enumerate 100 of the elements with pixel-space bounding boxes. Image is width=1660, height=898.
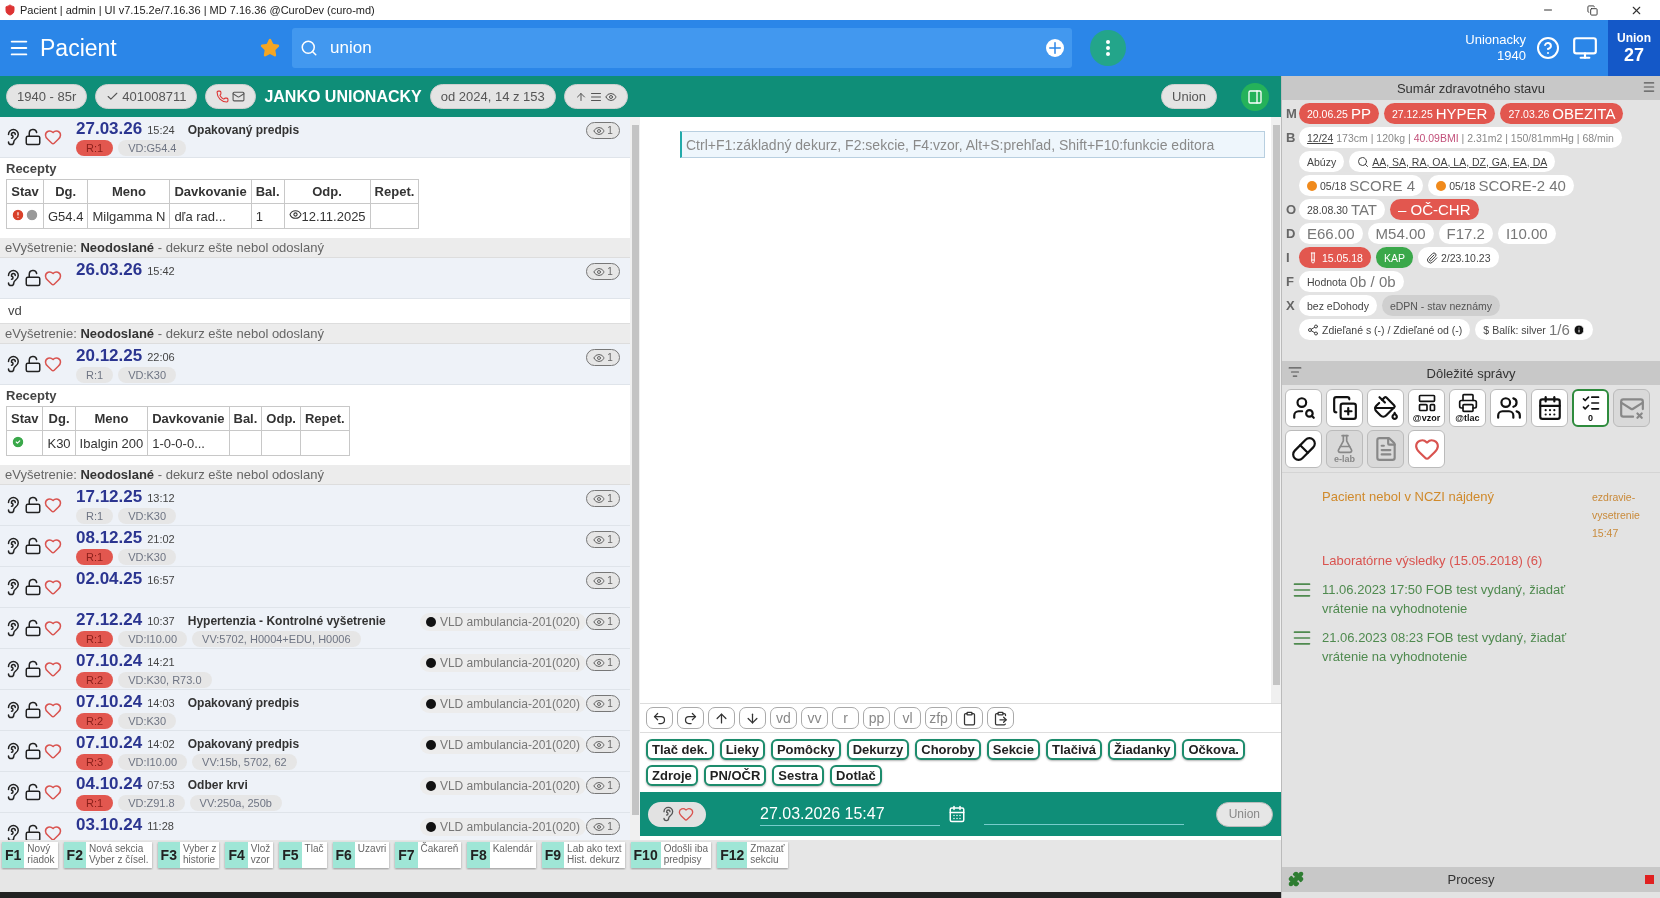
section-button[interactable]: Tlačivá bbox=[1045, 739, 1103, 760]
period-chip[interactable]: od 2024, 14 z 153 bbox=[429, 84, 556, 109]
view-count-button[interactable]: 1 bbox=[586, 695, 620, 712]
visit-row[interactable]: 26.03.26 15:42 1 bbox=[0, 258, 630, 299]
tool-tile[interactable] bbox=[1531, 389, 1568, 427]
summary-chip[interactable]: 15.05.18 bbox=[1299, 247, 1371, 268]
down-button[interactable] bbox=[739, 707, 766, 729]
summary-chip[interactable]: eDPN - stav neznámy bbox=[1381, 295, 1500, 316]
summary-chip[interactable]: 05/18 SCORE 4 bbox=[1299, 175, 1424, 196]
view-count-button[interactable]: 1 bbox=[586, 122, 620, 139]
help-icon[interactable] bbox=[1536, 36, 1560, 60]
list-icon[interactable] bbox=[1292, 628, 1312, 648]
calendar-icon[interactable] bbox=[948, 805, 966, 823]
section-button[interactable]: Dekurzy bbox=[846, 739, 910, 760]
visit-row[interactable]: 02.04.25 16:57 1 bbox=[0, 567, 630, 608]
editor-field[interactable]: Ctrl+F1:základný dekurz, F2:sekcie, F4:vzor, Alt+S:prehľad, Shift+F10:funkcie editora bbox=[680, 131, 1265, 158]
summary-chip[interactable]: M54.00 bbox=[1367, 223, 1434, 244]
function-key[interactable]: F6 Uzavri bbox=[332, 842, 390, 868]
menu-icon[interactable] bbox=[1642, 80, 1656, 94]
visit-row[interactable]: 27.12.24 10:37 Hypertenzia - Kontrolné vyšetrenie R:1 VD:I10.00 VV:5702, H0004+EDU, H0006 VLD ambulancia-201(020) 1 bbox=[0, 608, 630, 649]
view-count-button[interactable]: 1 bbox=[586, 263, 620, 280]
visit-row[interactable]: 17.12.25 13:12 R:1 VD:K30 1 bbox=[0, 485, 630, 526]
summary-chip[interactable]: 05/18 SCORE-2 40 bbox=[1428, 175, 1574, 196]
user-chip[interactable]: Union bbox=[1161, 84, 1217, 109]
scrollbar[interactable] bbox=[1271, 117, 1281, 703]
summary-chip[interactable]: 20.06.25 PP bbox=[1299, 103, 1379, 124]
function-key[interactable]: F8 Kalendár bbox=[467, 842, 536, 868]
summary-chip[interactable]: Zdieľané s (-) / Zdieľané od (-) bbox=[1299, 319, 1471, 340]
visit-row[interactable]: 03.10.24 11:28 VLD ambulancia-201(020) 1 bbox=[0, 813, 630, 840]
section-button[interactable]: PN/OČR bbox=[703, 765, 767, 786]
redo-button[interactable] bbox=[677, 707, 704, 729]
view-count-button[interactable]: 1 bbox=[586, 490, 620, 507]
summary-chip[interactable]: AA, SA, RA, OA, LA, DZ, GA, EA, DA bbox=[1349, 151, 1556, 172]
filter-icon[interactable] bbox=[1288, 365, 1302, 379]
tool-tile[interactable] bbox=[1285, 389, 1322, 427]
view-count-button[interactable]: 1 bbox=[586, 572, 620, 589]
visit-row[interactable]: 20.12.25 22:06 R:1 VD:K30 1 bbox=[0, 344, 630, 385]
user-badge[interactable]: Union 27 bbox=[1608, 20, 1660, 76]
view-count-button[interactable]: 1 bbox=[586, 531, 620, 548]
tool-button[interactable]: vl bbox=[894, 707, 921, 729]
view-count-button[interactable]: 1 bbox=[586, 654, 620, 671]
view-chip[interactable] bbox=[563, 84, 628, 109]
summary-chip[interactable]: F17.2 bbox=[1438, 223, 1493, 244]
visit-row[interactable]: 07.10.24 14:21 R:2 VD:K30, R73.0 VLD ambulancia-201(020) 1 bbox=[0, 649, 630, 690]
section-button[interactable]: Pomôcky bbox=[770, 739, 841, 760]
monitor-icon[interactable] bbox=[1572, 35, 1598, 61]
summary-chip[interactable]: 2/23.10.23 bbox=[1417, 247, 1499, 268]
summary-chip[interactable]: I10.00 bbox=[1497, 223, 1556, 244]
function-key[interactable]: F7 Čakareň bbox=[395, 842, 462, 868]
star-icon[interactable] bbox=[260, 38, 280, 58]
section-button[interactable]: Zdroje bbox=[646, 765, 698, 786]
section-button[interactable]: Očkova. bbox=[1182, 739, 1245, 760]
tool-tile[interactable]: @vzor bbox=[1408, 389, 1445, 427]
contact-chip[interactable] bbox=[205, 84, 257, 109]
section-button[interactable]: Choroby bbox=[915, 739, 981, 760]
more-button[interactable] bbox=[1090, 30, 1126, 66]
summary-chip[interactable]: Abúzy bbox=[1299, 151, 1345, 172]
tool-button[interactable]: zfp bbox=[925, 707, 952, 729]
summary-chip[interactable]: Hodnota 0b / 0b bbox=[1299, 271, 1404, 292]
section-button[interactable]: Tlač dek. bbox=[646, 739, 714, 760]
section-button[interactable]: Sestra bbox=[772, 765, 825, 786]
id-chip[interactable]: 401008711 bbox=[95, 84, 198, 109]
summary-chip[interactable]: 27.03.26 OBEZITA bbox=[1500, 103, 1624, 124]
section-button[interactable]: Lieky bbox=[719, 739, 765, 760]
view-count-button[interactable]: 1 bbox=[586, 818, 620, 835]
undo-button[interactable] bbox=[646, 707, 673, 729]
summary-chip[interactable]: E66.00 bbox=[1299, 223, 1363, 244]
tool-tile[interactable]: 0 bbox=[1572, 389, 1609, 427]
tool-tile[interactable]: @tlac bbox=[1449, 389, 1486, 427]
summary-chip[interactable]: 12/24 173cm | 120kg | 40.09BMI | 2.31m2 | 150/81mmHg | 68/min bbox=[1299, 127, 1622, 148]
section-button[interactable]: Sekcie bbox=[986, 739, 1040, 760]
view-count-button[interactable]: 1 bbox=[586, 736, 620, 753]
tool-button[interactable]: vd bbox=[770, 707, 797, 729]
visit-row[interactable]: 08.12.25 21:02 R:1 VD:K30 1 bbox=[0, 526, 630, 567]
tool-button[interactable]: r bbox=[832, 707, 859, 729]
paste-button[interactable] bbox=[987, 707, 1014, 729]
tool-button[interactable]: vv bbox=[801, 707, 828, 729]
date-field[interactable]: 27.03.2026 15:47 bbox=[760, 802, 940, 826]
summary-chip[interactable]: 27.12.25 HYPER bbox=[1383, 103, 1496, 124]
list-icon[interactable] bbox=[1292, 580, 1312, 600]
visit-row[interactable]: 07.10.24 14:03 Opakovaný predpis R:2 VD:K30 VLD ambulancia-201(020) 1 bbox=[0, 690, 630, 731]
section-button[interactable]: Žiadanky bbox=[1108, 739, 1177, 760]
tool-tile[interactable] bbox=[1326, 389, 1363, 427]
add-icon[interactable] bbox=[1046, 39, 1064, 57]
panel-button[interactable] bbox=[1241, 82, 1269, 111]
up-button[interactable] bbox=[708, 707, 735, 729]
visit-row[interactable]: 27.03.26 15:24 Opakovaný predpis R:1 VD:G54.4 1 bbox=[0, 117, 630, 158]
tool-tile[interactable] bbox=[1408, 430, 1445, 468]
visit-row[interactable]: 07.10.24 14:02 Opakovaný predpis R:3 VD:I10.00 VV:15b, 5702, 62 VLD ambulancia-201(020) 1 bbox=[0, 731, 630, 772]
tool-button[interactable]: pp bbox=[863, 707, 890, 729]
tool-tile[interactable] bbox=[1490, 389, 1527, 427]
view-count-button[interactable]: 1 bbox=[586, 613, 620, 630]
age-chip[interactable]: 1940 - 85r bbox=[6, 84, 88, 109]
scrollbar[interactable] bbox=[630, 117, 640, 840]
function-key[interactable]: F5 Tlač bbox=[279, 842, 327, 868]
tool-tile[interactable] bbox=[1367, 389, 1404, 427]
section-button[interactable]: Dotlač bbox=[830, 765, 882, 786]
puzzle-icon[interactable] bbox=[1288, 871, 1304, 887]
tool-tile[interactable] bbox=[1285, 430, 1322, 468]
summary-chip[interactable]: $ Balík: silver 1/6 bbox=[1475, 319, 1593, 340]
